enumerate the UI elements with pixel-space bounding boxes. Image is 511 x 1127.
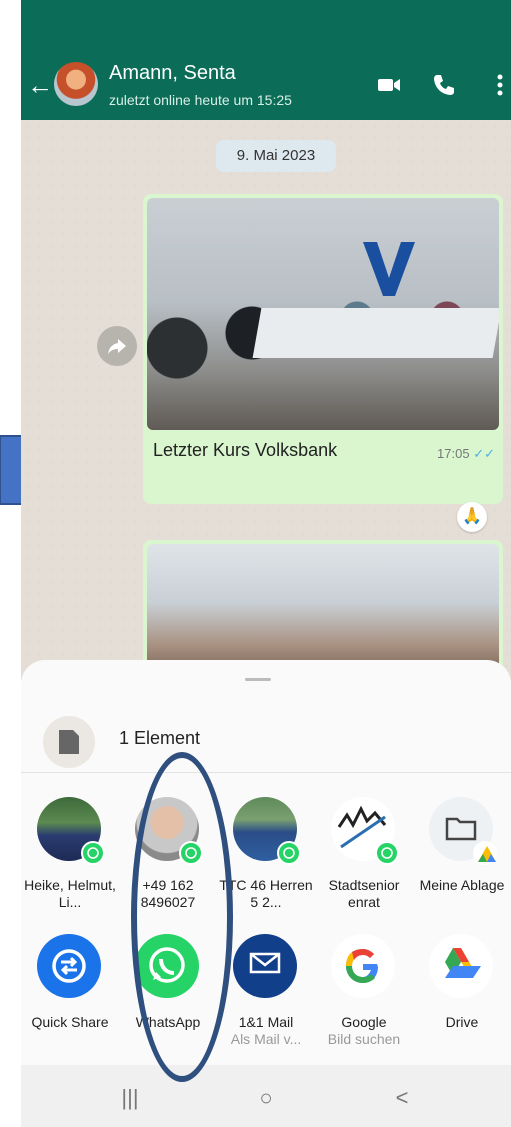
page: ← Amann, Senta zuletzt online heute um 1… [0, 0, 511, 1127]
app-label: Quick Share [31, 1014, 109, 1030]
app-label-sub: Bild suchen [327, 1031, 401, 1047]
forward-icon [108, 339, 126, 354]
video-call-icon[interactable] [376, 72, 402, 98]
whatsapp-badge-icon [81, 841, 105, 865]
contact-stadtseniorenrat[interactable]: Stadtsenior enrat [315, 785, 413, 915]
contact-status: zuletzt online heute um 15:25 [109, 92, 292, 108]
share-preview-row: 1 Element [21, 680, 511, 770]
photo-table [252, 308, 499, 358]
contact-label: Stadtsenior enrat [328, 877, 400, 910]
app-drive[interactable]: Drive [413, 920, 511, 1050]
app-label: Drive [445, 1014, 479, 1030]
whatsapp-badge-icon [277, 841, 301, 865]
app-google[interactable]: Google Bild suchen [315, 920, 413, 1050]
divider [21, 772, 511, 773]
contact-label: Meine Ablage [419, 877, 505, 893]
back-button[interactable]: ← [27, 70, 53, 100]
chat-header: ← Amann, Senta zuletzt online heute um 1… [21, 0, 511, 120]
app-quick-share[interactable]: Quick Share [21, 920, 119, 1050]
system-navbar: ||| ○ < [21, 1065, 511, 1127]
message-photo[interactable] [147, 198, 499, 430]
element-count-label: 1 Element [119, 728, 201, 748]
contact-label: Heike, Helmut, Li... [24, 877, 116, 910]
message-caption: Letzter Kurs Volksbank [153, 440, 338, 460]
quick-share-icon [37, 934, 101, 998]
image-message[interactable]: Letzter Kurs Volksbank 17:05 ✓✓ [143, 194, 503, 504]
share-apps: Quick Share WhatsApp 1&1 Mail Als Mail v… [21, 920, 511, 1050]
file-icon [43, 716, 95, 768]
contact-heike[interactable]: Heike, Helmut, Li... [21, 785, 119, 915]
drive-badge-icon [473, 841, 497, 865]
date-chip: 9. Mai 2023 [216, 140, 336, 172]
app-label-sub: Als Mail v... [230, 1031, 302, 1047]
target-meine-ablage[interactable]: Meine Ablage [413, 785, 511, 915]
recent-apps-button[interactable]: ||| [115, 1083, 145, 1113]
home-button[interactable]: ○ [251, 1083, 281, 1113]
mail-1und1-icon [233, 934, 297, 998]
annotation-ellipse [131, 752, 233, 1082]
app-label: Google Bild suchen [315, 1014, 413, 1048]
read-ticks: ✓✓ [473, 446, 495, 461]
app-label: 1&1 Mail Als Mail v... [217, 1014, 315, 1048]
share-sheet: 1 Element Heike, Helmut, Li... +49 162 8… [21, 660, 511, 1127]
whatsapp-badge-icon [375, 841, 399, 865]
message-time-text: 17:05 [437, 446, 470, 461]
drive-icon [429, 934, 493, 998]
message-time: 17:05 ✓✓ [437, 446, 495, 462]
app-label-main: 1&1 Mail [238, 1014, 294, 1030]
direct-share-contacts: Heike, Helmut, Li... +49 162 8496027 TTC… [21, 785, 511, 915]
voice-call-icon[interactable] [431, 72, 457, 98]
back-nav-button[interactable]: < [387, 1083, 417, 1113]
reaction-badge[interactable]: 🙏 [457, 502, 487, 532]
contact-avatar[interactable] [54, 62, 98, 106]
more-options-icon[interactable] [487, 72, 511, 98]
chat-area: 9. Mai 2023 Letzter Kurs Volksbank 17:05 [21, 120, 511, 690]
google-icon [331, 934, 395, 998]
app-label-main: Google [341, 1014, 387, 1030]
forward-button[interactable] [97, 326, 137, 366]
contact-name[interactable]: Amann, Senta [109, 62, 236, 85]
